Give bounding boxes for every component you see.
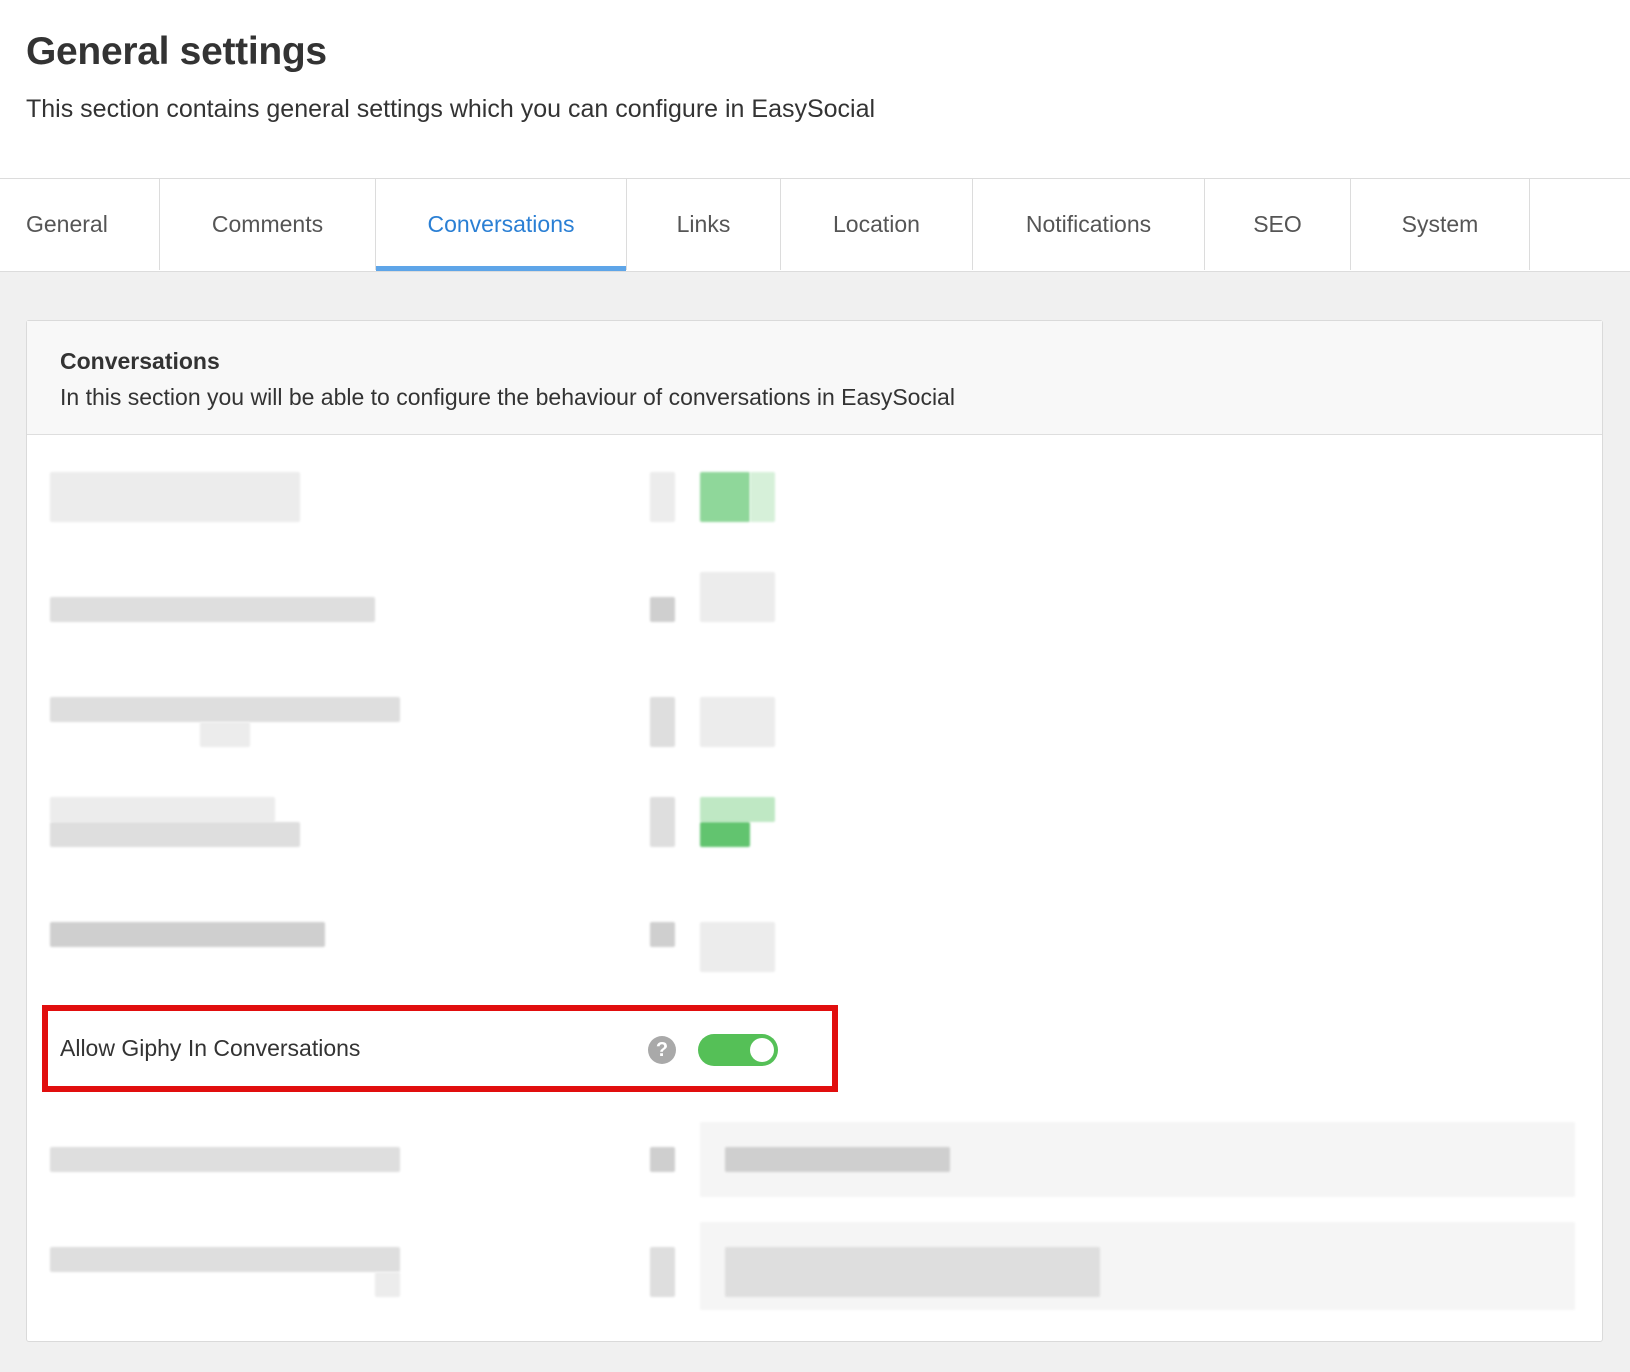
redacted-label (50, 922, 325, 947)
page-title: General settings (26, 30, 327, 73)
redacted-label-2 (375, 1272, 400, 1297)
redacted-label (50, 797, 275, 822)
redacted-help (650, 597, 675, 622)
redacted-toggle-edge (750, 472, 775, 522)
redacted-label (50, 1147, 400, 1172)
redacted-help (650, 697, 675, 747)
page-header: General settings This section contains g… (0, 0, 1630, 179)
redacted-input-text (725, 1147, 950, 1172)
redacted-help (650, 797, 675, 847)
panel-title: Conversations (60, 348, 220, 374)
redacted-toggle-2 (700, 822, 750, 847)
page-description: This section contains general settings w… (26, 95, 876, 123)
redacted-toggle (700, 572, 775, 622)
redacted-toggle (700, 472, 750, 522)
redacted-toggle (700, 697, 775, 747)
tab-seo[interactable]: SEO (1205, 179, 1351, 270)
panel-header: Conversations In this section you will b… (27, 321, 1602, 435)
highlight-annotation (42, 1005, 838, 1092)
panel-description: In this section you will be able to conf… (60, 384, 955, 410)
tab-comments[interactable]: Comments (160, 179, 376, 270)
redacted-toggle (700, 797, 775, 822)
redacted-help (650, 922, 675, 947)
tab-conversations[interactable]: Conversations (376, 179, 627, 271)
settings-tabs: General Comments Conversations Links Loc… (0, 179, 1630, 272)
tab-system[interactable]: System (1351, 179, 1530, 270)
redacted-input-text (725, 1247, 1100, 1297)
redacted-toggle (700, 922, 775, 972)
redacted-help (650, 1247, 675, 1297)
tab-general[interactable]: General (0, 179, 160, 270)
redacted-label-2 (50, 822, 300, 847)
redacted-label (50, 597, 375, 622)
redacted-help (650, 1147, 675, 1172)
tab-links[interactable]: Links (627, 179, 781, 270)
redacted-label (50, 1247, 400, 1272)
redacted-help (650, 472, 675, 522)
tab-notifications[interactable]: Notifications (973, 179, 1205, 270)
tab-location[interactable]: Location (781, 179, 973, 270)
redacted-label (50, 472, 300, 522)
redacted-label (50, 697, 400, 722)
redacted-label-2 (200, 722, 250, 747)
